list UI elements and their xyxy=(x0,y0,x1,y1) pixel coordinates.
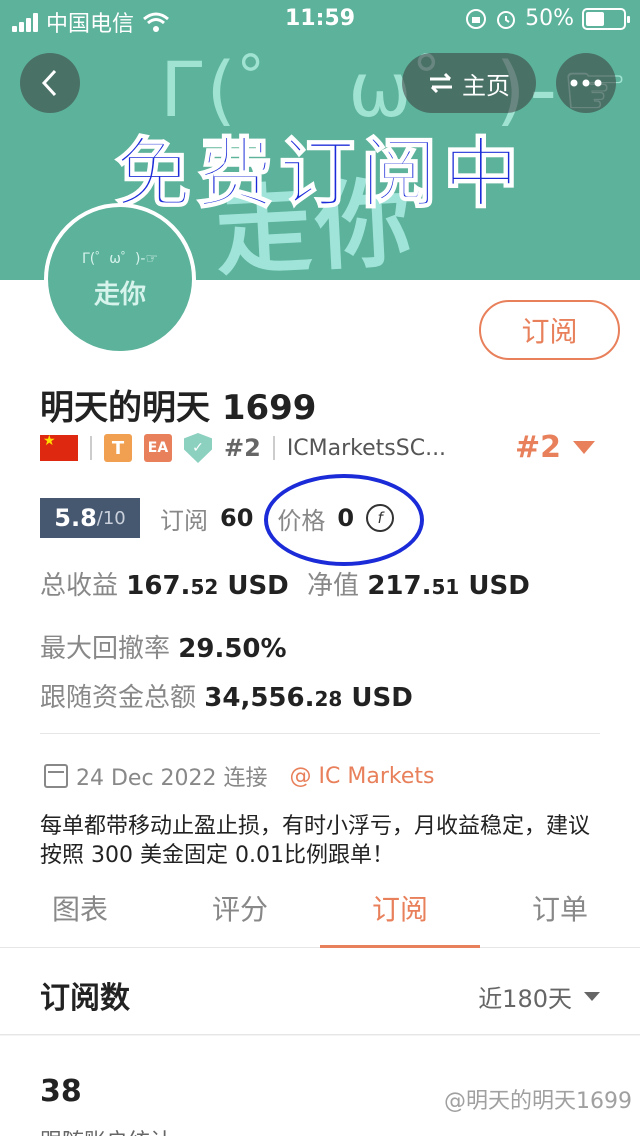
drawdown-row: 最大回撤率 29.50% xyxy=(40,628,287,665)
home-button-label: 主页 xyxy=(462,71,510,100)
more-options-button[interactable] xyxy=(556,53,616,113)
score-badge: 5.8/10 xyxy=(40,498,140,538)
chevron-left-icon xyxy=(41,69,57,97)
follow-funds-dec: 28 xyxy=(314,687,343,711)
rotation-lock-icon xyxy=(466,8,487,29)
rank-dropdown[interactable]: #2 xyxy=(515,430,596,465)
badge-row: T EA ✓ #2 ICMarketsSC... xyxy=(40,432,446,464)
rank-big-label: #2 xyxy=(515,430,562,465)
subscriptions-header: 订阅数 近180天 xyxy=(0,949,640,1035)
strategy-description: 每单都带移动止盈止损，有时小浮亏，月收益稳定，建议按照 300 美金固定 0.0… xyxy=(40,814,591,868)
equity-label: 净值 xyxy=(307,571,360,601)
calendar-icon xyxy=(44,764,68,788)
total-profit-label: 总收益 xyxy=(40,571,119,601)
broker-server: ICMarketsSC... xyxy=(286,435,447,461)
caret-down-icon xyxy=(584,992,600,1001)
follow-funds-int: 34,556. xyxy=(204,683,315,713)
total-profit-int: 167. xyxy=(126,571,191,601)
tab-orders[interactable]: 订单 xyxy=(480,868,640,947)
battery-percent: 50% xyxy=(525,6,574,31)
follow-funds-label: 跟随资金总额 xyxy=(40,683,197,713)
tab-rating[interactable]: 评分 xyxy=(160,868,320,947)
watermark: @明天的明天1699 xyxy=(444,1089,632,1114)
tab-chart[interactable]: 图表 xyxy=(0,868,160,947)
battery-icon xyxy=(582,7,630,30)
subscriptions-title: 订阅数 xyxy=(40,981,130,1016)
range-selector[interactable]: 近180天 xyxy=(478,979,600,1014)
follow-funds-row: 跟随资金总额 34,556.28 USD xyxy=(40,677,413,714)
subscribers-value: 60 xyxy=(220,504,254,532)
badge-t: T xyxy=(104,434,132,462)
subscriptions-count: 38 xyxy=(40,1074,82,1109)
drawdown-value: 29.50% xyxy=(178,634,287,664)
avatar-face-text: Γ(゜ω゜)-☞ xyxy=(81,250,159,267)
profit-equity-row: 总收益 167.52 USD 净值 217.51 USD xyxy=(40,565,530,602)
equity-dec: 51 xyxy=(431,575,460,599)
divider xyxy=(40,733,600,734)
caret-down-icon xyxy=(573,441,596,454)
tab-subscription[interactable]: 订阅 xyxy=(320,868,480,948)
equity-int: 217. xyxy=(367,571,432,601)
china-flag-icon xyxy=(40,433,78,461)
avatar-text: 走你 xyxy=(93,279,146,310)
status-bar: 中国电信 11:59 50% xyxy=(0,0,640,40)
total-profit-unit: USD xyxy=(218,571,289,601)
rank-small: #2 xyxy=(224,434,261,462)
divider xyxy=(90,436,92,460)
equity-unit: USD xyxy=(459,571,530,601)
divider xyxy=(272,436,275,460)
alarm-icon xyxy=(497,10,516,29)
total-profit-dec: 52 xyxy=(190,575,219,599)
connection-date: 24 Dec 2022 连接 xyxy=(76,766,268,791)
drawdown-label: 最大回撤率 xyxy=(40,634,171,664)
subscribers-label: 订阅 xyxy=(160,506,208,535)
price-highlight-ellipse xyxy=(264,474,424,566)
home-button[interactable]: 主页 xyxy=(402,53,536,113)
tab-bar: 图表 评分 订阅 订单 xyxy=(0,868,640,948)
badge-ea: EA xyxy=(144,434,172,462)
broker-link[interactable]: @ IC Markets xyxy=(290,764,435,789)
score-denominator: /10 xyxy=(96,507,126,529)
more-dots-icon xyxy=(570,79,602,87)
trader-name: 明天的明天 1699 xyxy=(40,388,317,428)
verified-shield-icon: ✓ xyxy=(184,433,212,463)
subscriptions-count-label: 跟随账户统计 xyxy=(40,1124,172,1136)
back-button[interactable] xyxy=(20,53,80,113)
avatar[interactable]: Γ(゜ω゜)-☞ 走你 xyxy=(44,203,196,355)
subscribe-button[interactable]: 订阅 xyxy=(479,300,620,360)
range-label: 近180天 xyxy=(478,985,572,1013)
connection-row: 24 Dec 2022 连接 @ IC Markets xyxy=(44,760,434,792)
free-subscription-overlay: 免费订阅中 xyxy=(114,128,525,219)
score-value: 5.8 xyxy=(54,504,97,532)
swap-icon xyxy=(430,72,452,94)
follow-funds-unit: USD xyxy=(342,683,413,713)
